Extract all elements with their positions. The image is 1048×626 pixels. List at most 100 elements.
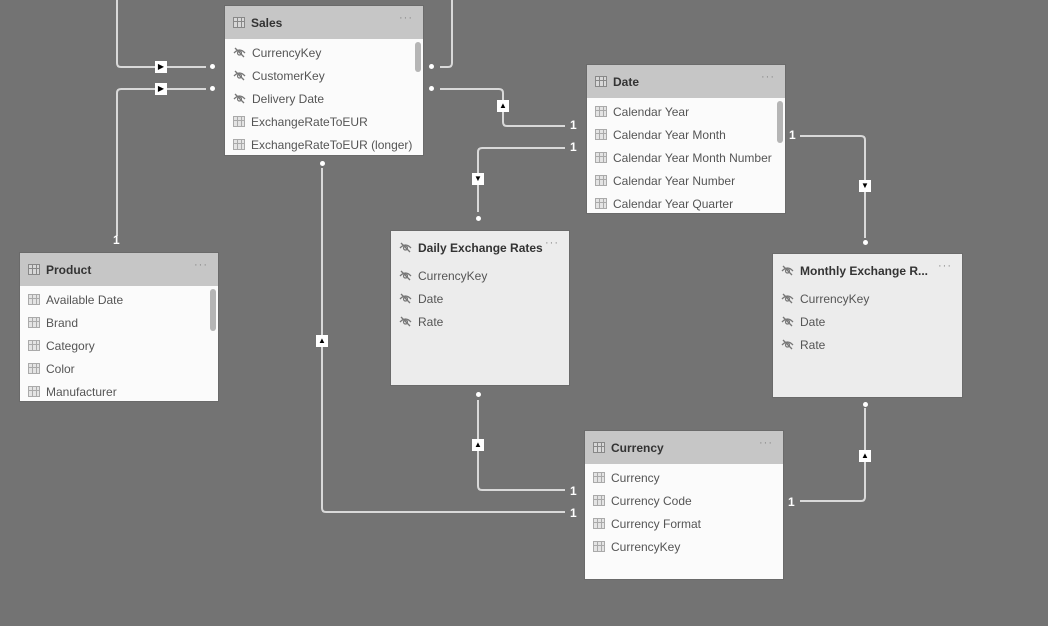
hidden-eye-icon xyxy=(399,242,412,253)
many-endpoint xyxy=(320,161,325,166)
many-endpoint xyxy=(429,64,434,69)
column-icon xyxy=(233,139,245,150)
filter-direction-right-icon[interactable]: ▶ xyxy=(155,83,167,95)
table-header[interactable]: Sales ··· xyxy=(225,6,423,39)
rel-line-monthly-currency xyxy=(800,408,866,502)
filter-direction-down-icon[interactable]: ▼ xyxy=(472,173,484,185)
filter-direction-up-icon[interactable]: ▲ xyxy=(472,439,484,451)
hidden-eye-icon xyxy=(781,316,794,327)
field-row[interactable]: CustomerKey xyxy=(225,64,423,87)
more-options-icon[interactable]: ··· xyxy=(938,260,952,272)
field-row[interactable]: Currency Code xyxy=(585,489,783,512)
column-icon xyxy=(233,116,245,127)
field-row[interactable]: CurrencyKey xyxy=(585,535,783,558)
filter-direction-up-icon[interactable]: ▲ xyxy=(859,450,871,462)
field-row[interactable]: Calendar Year Month Number xyxy=(587,146,785,169)
table-title: Monthly Exchange R... xyxy=(800,263,929,278)
many-endpoint xyxy=(210,64,215,69)
more-options-icon[interactable]: ··· xyxy=(759,437,773,449)
field-row[interactable]: Manufacturer xyxy=(20,380,218,403)
column-icon xyxy=(593,518,605,529)
hidden-eye-icon xyxy=(233,93,246,104)
rel-line-daily-currency xyxy=(477,400,565,491)
hidden-eye-icon xyxy=(399,293,412,304)
table-icon xyxy=(593,442,605,453)
table-card-product[interactable]: Product ··· Available Date Brand Categor… xyxy=(20,253,218,401)
cardinality-one-label: 1 xyxy=(570,484,577,498)
field-row[interactable]: Calendar Year Month xyxy=(587,123,785,146)
table-header[interactable]: Currency ··· xyxy=(585,431,783,464)
table-card-sales[interactable]: Sales ··· CurrencyKey CustomerKey Delive… xyxy=(225,6,423,155)
field-row[interactable]: ExchangeRateToEUR xyxy=(225,110,423,133)
table-header[interactable]: Product ··· xyxy=(20,253,218,286)
field-row[interactable]: Rate xyxy=(773,333,962,356)
table-header[interactable]: Daily Exchange Rates ··· xyxy=(391,231,569,264)
column-icon xyxy=(595,129,607,140)
column-icon xyxy=(595,198,607,209)
field-row[interactable]: Available Date xyxy=(20,288,218,311)
field-row[interactable]: CurrencyKey xyxy=(225,41,423,64)
cardinality-one-label: 1 xyxy=(570,118,577,132)
field-row[interactable]: Currency Format xyxy=(585,512,783,535)
table-card-daily-exchange-rates[interactable]: Daily Exchange Rates ··· CurrencyKey Dat… xyxy=(391,231,569,385)
cardinality-one-label: 1 xyxy=(570,506,577,520)
more-options-icon[interactable]: ··· xyxy=(545,237,559,249)
field-row[interactable]: Brand xyxy=(20,311,218,334)
column-icon xyxy=(593,541,605,552)
field-row[interactable]: ExchangeRateToEUR (longer) xyxy=(225,133,423,156)
table-card-date[interactable]: Date ··· Calendar Year Calendar Year Mon… xyxy=(587,65,785,213)
column-icon xyxy=(28,340,40,351)
more-options-icon[interactable]: ··· xyxy=(194,259,208,271)
rel-line-date-monthly xyxy=(800,135,866,238)
filter-direction-up-icon[interactable]: ▲ xyxy=(497,100,509,112)
rel-line-product-sales xyxy=(116,88,206,236)
hidden-eye-icon xyxy=(399,270,412,281)
hidden-eye-icon xyxy=(233,70,246,81)
field-row[interactable]: Calendar Year Number xyxy=(587,169,785,192)
more-options-icon[interactable]: ··· xyxy=(761,71,775,83)
field-row[interactable]: Category xyxy=(20,334,218,357)
hidden-eye-icon xyxy=(399,316,412,327)
field-row[interactable]: Date xyxy=(391,287,569,310)
scrollbar[interactable] xyxy=(210,289,216,331)
field-row[interactable]: Date xyxy=(773,310,962,333)
field-row[interactable]: Calendar Year xyxy=(587,100,785,123)
table-header[interactable]: Monthly Exchange R... ··· xyxy=(773,254,962,287)
table-card-currency[interactable]: Currency ··· Currency Currency Code Curr… xyxy=(585,431,783,579)
field-row[interactable]: Rate xyxy=(391,310,569,333)
many-endpoint xyxy=(863,240,868,245)
column-icon xyxy=(593,472,605,483)
cardinality-one-label: 1 xyxy=(788,495,795,509)
column-icon xyxy=(28,386,40,397)
table-icon xyxy=(28,264,40,275)
table-header[interactable]: Date ··· xyxy=(587,65,785,98)
filter-direction-down-icon[interactable]: ▼ xyxy=(859,180,871,192)
field-row[interactable]: Color xyxy=(20,357,218,380)
table-title: Currency xyxy=(611,440,664,455)
scrollbar[interactable] xyxy=(415,42,421,72)
cardinality-one-label: 1 xyxy=(789,128,796,142)
table-card-monthly-exchange-rates[interactable]: Monthly Exchange R... ··· CurrencyKey Da… xyxy=(773,254,962,397)
column-icon xyxy=(595,152,607,163)
column-icon xyxy=(28,317,40,328)
rel-line-top-right xyxy=(440,0,453,68)
field-row[interactable]: CurrencyKey xyxy=(773,287,962,310)
hidden-eye-icon xyxy=(233,47,246,58)
many-endpoint xyxy=(476,216,481,221)
table-title: Date xyxy=(613,74,640,89)
scrollbar[interactable] xyxy=(777,101,783,143)
filter-direction-up-icon[interactable]: ▲ xyxy=(316,335,328,347)
cardinality-one-label: 1 xyxy=(570,140,577,154)
more-options-icon[interactable]: ··· xyxy=(399,12,413,24)
rel-line-top-left-1 xyxy=(116,0,206,68)
field-row[interactable]: Delivery Date xyxy=(225,87,423,110)
field-row[interactable]: Currency xyxy=(585,466,783,489)
table-title: Product xyxy=(46,262,92,277)
table-icon xyxy=(595,76,607,87)
field-row[interactable]: Calendar Year Quarter xyxy=(587,192,785,215)
filter-direction-right-icon[interactable]: ▶ xyxy=(155,61,167,73)
column-icon xyxy=(593,495,605,506)
rel-line-date-daily xyxy=(477,147,565,212)
many-endpoint xyxy=(210,86,215,91)
field-row[interactable]: CurrencyKey xyxy=(391,264,569,287)
